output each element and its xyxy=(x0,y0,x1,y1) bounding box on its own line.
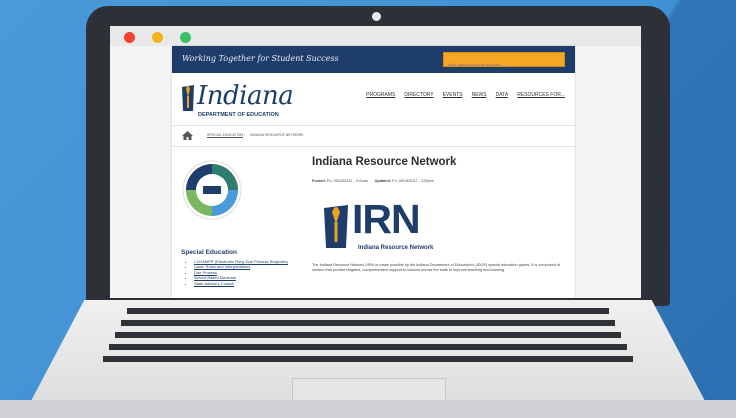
breadcrumb: SPECIAL EDUCATION › INDIANA RESOURCE NET… xyxy=(172,126,575,147)
keyboard xyxy=(103,300,633,378)
main-nav: PROGRAMS DIRECTORY EVENTS NEWS DATA RESO… xyxy=(366,92,565,98)
sidebar-item[interactable]: State Advisory Council xyxy=(194,281,304,286)
nav-data[interactable]: DATA xyxy=(496,92,509,98)
nav-news[interactable]: NEWS xyxy=(472,92,487,98)
webcam-icon xyxy=(372,12,381,21)
breadcrumb-special-education[interactable]: SPECIAL EDUCATION xyxy=(207,133,243,137)
breadcrumb-current: INDIANA RESOURCE NETWORK xyxy=(250,133,304,137)
posted-value: Fri, 09/23/2011 - 9:41am xyxy=(327,179,369,183)
site-top-bar: Working Together for Student Success xyxy=(172,46,575,73)
irn-subtitle: Indiana Resource Network xyxy=(358,245,434,251)
sidebar-item-label[interactable]: Laws, Rules and Interpretations xyxy=(194,264,250,269)
search-box[interactable] xyxy=(443,52,565,72)
keyboard-row xyxy=(121,320,615,326)
article-paragraph: The Indiana Resource Network (IRN) is ma… xyxy=(312,263,561,273)
logo-department: DEPARTMENT OF EDUCATION xyxy=(198,112,279,118)
keyboard-row xyxy=(115,332,621,338)
posted-label: Posted: xyxy=(312,179,326,183)
nav-programs[interactable]: PROGRAMS xyxy=(366,92,395,98)
sidebar-item-label[interactable]: State Advisory Council xyxy=(194,281,234,286)
laptop-screen: Working Together for Student Success Ind… xyxy=(110,26,641,298)
close-window-button[interactable] xyxy=(124,32,135,43)
maximize-window-button[interactable] xyxy=(180,32,191,43)
sidebar-item-label[interactable]: Due Process xyxy=(194,270,217,275)
sidebar-item-label[interactable]: I-CHAMP® (Electronic Filing Due Process … xyxy=(194,259,288,264)
logo-name: Indiana xyxy=(197,81,294,111)
irn-logo: IRN Indiana Resource Network xyxy=(320,196,460,262)
browser-toolbar xyxy=(110,26,641,46)
sidebar: Special Education I-CHAMP® (Electronic F… xyxy=(172,146,302,296)
sidebar-item-label[interactable]: School Based Medicaid xyxy=(194,275,236,280)
search-input[interactable] xyxy=(444,58,564,72)
web-page: Working Together for Student Success Ind… xyxy=(172,46,575,298)
keyboard-row xyxy=(127,308,609,314)
irn-letters: IRN xyxy=(352,196,421,242)
keyboard-row xyxy=(109,344,627,350)
nav-resources-for[interactable]: RESOURCES FOR... xyxy=(517,92,565,98)
torch-logo-icon xyxy=(324,205,348,248)
minimize-window-button[interactable] xyxy=(152,32,163,43)
updated-value: Fri, 05/19/2017 - 2:59pm xyxy=(392,179,434,183)
updated-label: Updated: xyxy=(374,179,392,183)
torch-logo-icon xyxy=(182,85,194,111)
sidebar-heading: Special Education xyxy=(181,249,237,256)
site-header: Indiana DEPARTMENT OF EDUCATION PROGRAMS… xyxy=(172,73,575,126)
article-meta: Posted: Fri, 09/23/2011 - 9:41am Updated… xyxy=(312,179,434,183)
nav-events[interactable]: EVENTS xyxy=(443,92,463,98)
site-tagline: Working Together for Student Success xyxy=(182,54,339,63)
breadcrumb-separator: › xyxy=(244,132,246,137)
home-icon[interactable] xyxy=(182,131,193,140)
sidebar-list: I-CHAMP® (Electronic Filing Due Process … xyxy=(188,259,304,286)
nav-directory[interactable]: DIRECTORY xyxy=(404,92,433,98)
laptop-front-edge xyxy=(0,400,736,418)
page-title: Indiana Resource Network xyxy=(312,156,457,168)
article: Indiana Resource Network Posted: Fri, 09… xyxy=(312,146,567,296)
keyboard-row xyxy=(103,356,633,362)
circular-badge-icon xyxy=(182,160,242,220)
